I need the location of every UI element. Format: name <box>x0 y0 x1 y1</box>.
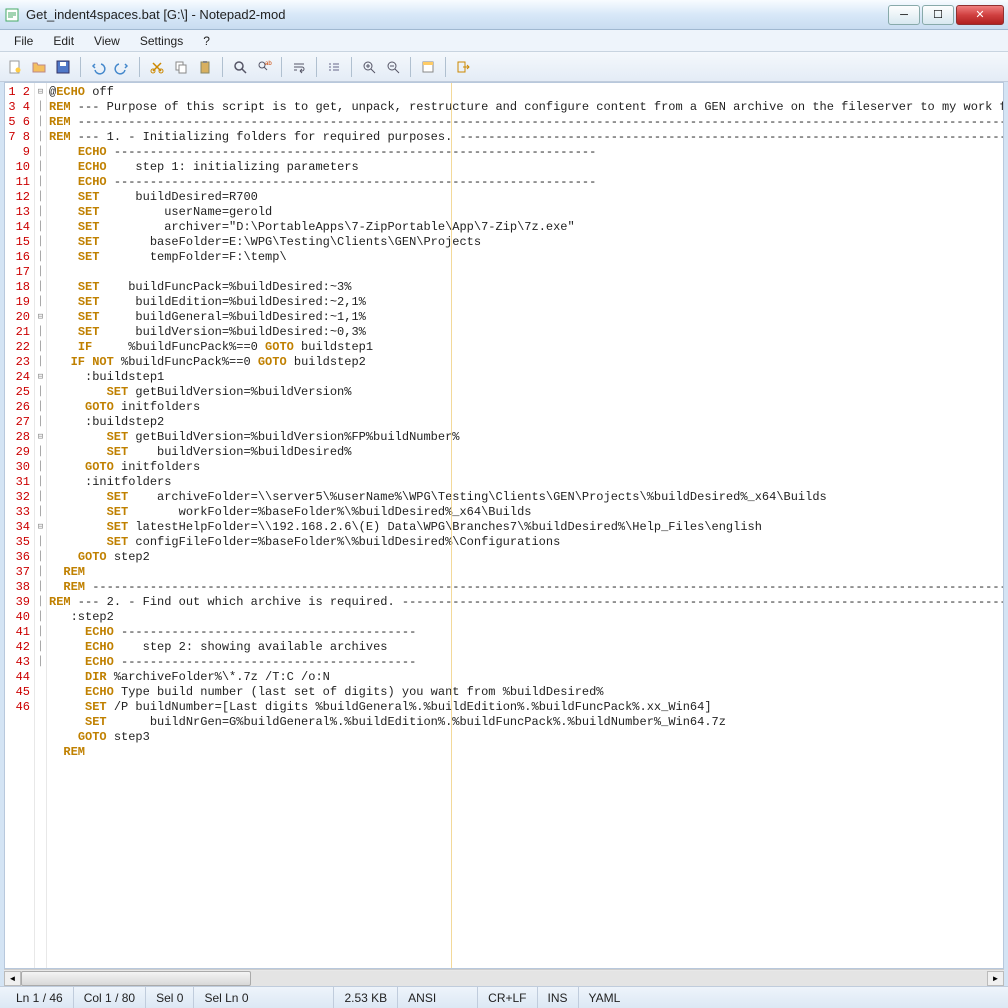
menu-file[interactable]: File <box>6 32 41 50</box>
status-size: 2.53 KB <box>334 987 398 1008</box>
zoom-in-icon[interactable] <box>358 56 380 78</box>
titlebar: Get_indent4spaces.bat [G:\] - Notepad2-m… <box>0 0 1008 30</box>
menu-edit[interactable]: Edit <box>45 32 82 50</box>
menu-settings[interactable]: Settings <box>132 32 191 50</box>
cut-icon[interactable] <box>146 56 168 78</box>
editor-area: 1 2 3 4 5 6 7 8 9 10 11 12 13 14 15 16 1… <box>0 82 1008 969</box>
show-whitespace-icon[interactable] <box>323 56 345 78</box>
paste-icon[interactable] <box>194 56 216 78</box>
toolbar: ab <box>0 52 1008 82</box>
window-buttons: ─ ☐ ✕ <box>886 5 1004 25</box>
status-insert-mode: INS <box>538 987 579 1008</box>
fold-gutter: ⊟ │ │ │ │ │ │ │ │ │ │ │ │ │ │ ⊟ │ │ │ ⊟ … <box>35 83 47 968</box>
save-file-icon[interactable] <box>52 56 74 78</box>
word-wrap-icon[interactable] <box>288 56 310 78</box>
minimize-button[interactable]: ─ <box>888 5 920 25</box>
svg-text:ab: ab <box>265 61 272 67</box>
exit-icon[interactable] <box>452 56 474 78</box>
scheme-icon[interactable] <box>417 56 439 78</box>
status-sel-ln: Sel Ln 0 <box>194 987 334 1008</box>
menubar: File Edit View Settings ? <box>0 30 1008 52</box>
replace-icon[interactable]: ab <box>253 56 275 78</box>
menu-view[interactable]: View <box>86 32 128 50</box>
find-icon[interactable] <box>229 56 251 78</box>
statusbar: Ln 1 / 46 Col 1 / 80 Sel 0 Sel Ln 0 2.53… <box>0 986 1008 1008</box>
scroll-thumb[interactable] <box>21 971 251 986</box>
close-button[interactable]: ✕ <box>956 5 1004 25</box>
horizontal-scrollbar[interactable]: ◄ ► <box>4 969 1004 986</box>
zoom-out-icon[interactable] <box>382 56 404 78</box>
undo-icon[interactable] <box>87 56 109 78</box>
code-content[interactable]: @ECHO off REM --- Purpose of this script… <box>47 83 1003 968</box>
scroll-left-icon[interactable]: ◄ <box>4 971 21 986</box>
copy-icon[interactable] <box>170 56 192 78</box>
line-number-gutter: 1 2 3 4 5 6 7 8 9 10 11 12 13 14 15 16 1… <box>5 83 35 968</box>
menu-help[interactable]: ? <box>195 32 218 50</box>
long-line-marker <box>451 83 452 968</box>
scroll-right-icon[interactable]: ► <box>987 971 1004 986</box>
status-language: YAML <box>579 987 1002 1008</box>
status-position: Ln 1 / 46 <box>6 987 74 1008</box>
open-file-icon[interactable] <box>28 56 50 78</box>
app-icon <box>4 7 20 23</box>
redo-icon[interactable] <box>111 56 133 78</box>
window-title: Get_indent4spaces.bat [G:\] - Notepad2-m… <box>26 7 886 22</box>
status-column: Col 1 / 80 <box>74 987 146 1008</box>
maximize-button[interactable]: ☐ <box>922 5 954 25</box>
status-eol: CR+LF <box>478 987 537 1008</box>
new-file-icon[interactable] <box>4 56 26 78</box>
status-sel: Sel 0 <box>146 987 194 1008</box>
status-encoding: ANSI <box>398 987 478 1008</box>
